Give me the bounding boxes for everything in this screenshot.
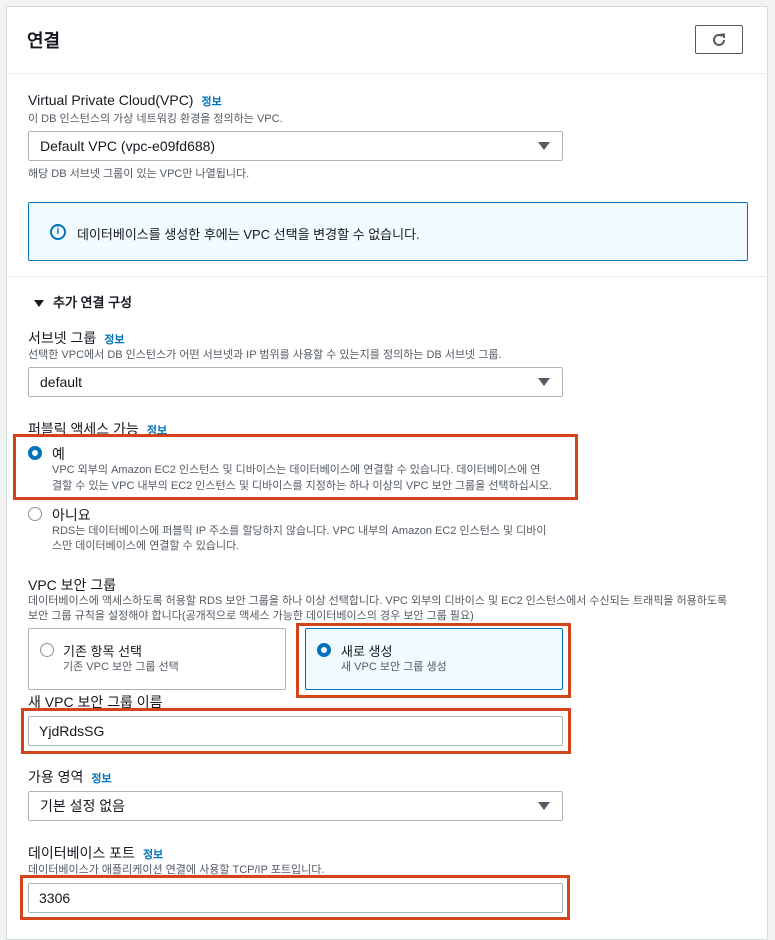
public-access-yes-desc-2: 결할 수 있는 VPC 내부의 EC2 인스턴스 및 디바이스를 지정하는 하나… <box>52 480 553 492</box>
az-label-row: 가용 영역 정보 <box>28 767 112 787</box>
db-port-info-link[interactable]: 정보 <box>143 849 163 861</box>
section-title: 연결 <box>27 31 61 51</box>
security-group-desc-1: 데이터베이스에 액세스하도록 허용할 RDS 보안 그룹을 하나 이상 선택합니… <box>28 595 728 607</box>
caret-down-icon <box>34 300 44 308</box>
panel-header <box>6 6 768 74</box>
new-sg-name-input[interactable]: YjdRdsSG <box>28 716 563 746</box>
divider <box>8 276 768 277</box>
new-sg-tile[interactable]: 새로 생성 새 VPC 보안 그룹 생성 <box>305 628 563 690</box>
db-port-label-row: 데이터베이스 포트 정보 <box>28 843 163 863</box>
public-access-yes-desc-1: VPC 외부의 Amazon EC2 인스턴스 및 디바이스는 데이터베이스에 … <box>52 464 541 476</box>
az-selected-value: 기본 설정 없음 <box>40 798 126 814</box>
public-access-no-desc-1: RDS는 데이터베이스에 퍼블릭 IP 주소를 할당하지 않습니다. VPC 내… <box>52 525 547 537</box>
existing-sg-radio[interactable] <box>40 643 54 657</box>
public-access-no-radio[interactable] <box>28 507 42 521</box>
vpc-info-alert: i 데이터베이스를 생성한 후에는 VPC 선택을 변경할 수 없습니다. <box>28 202 748 261</box>
vpc-label-row: Virtual Private Cloud(VPC) 정보 <box>28 92 222 109</box>
public-access-yes-label[interactable]: 예 <box>52 444 65 464</box>
subnet-select[interactable]: default <box>28 367 563 397</box>
additional-config-label: 추가 연결 구성 <box>53 295 132 310</box>
caret-down-icon <box>538 142 550 150</box>
vpc-description: 이 DB 인스턴스의 가상 네트워킹 환경을 정의하는 VPC. <box>28 113 283 125</box>
vpc-select[interactable]: Default VPC (vpc-e09fd688) <box>28 131 563 161</box>
vpc-help-text: 해당 DB 서브넷 그룹이 있는 VPC만 나열됩니다. <box>28 168 250 180</box>
caret-down-icon <box>538 802 550 810</box>
vpc-selected-value: Default VPC (vpc-e09fd688) <box>40 138 216 154</box>
db-port-label: 데이터베이스 포트 <box>28 845 135 861</box>
public-access-yes-radio[interactable] <box>28 446 42 460</box>
refresh-button[interactable] <box>695 25 743 54</box>
refresh-icon <box>713 33 725 46</box>
subnet-info-link[interactable]: 정보 <box>104 334 124 346</box>
vpc-label: Virtual Private Cloud(VPC) <box>28 92 194 108</box>
subnet-label-row: 서브넷 그룹 정보 <box>28 328 125 348</box>
additional-config-toggle[interactable]: 추가 연결 구성 <box>34 292 132 311</box>
caret-down-icon <box>538 378 550 386</box>
alert-text: 데이터베이스를 생성한 후에는 VPC 선택을 변경할 수 없습니다. <box>77 227 420 242</box>
az-info-link[interactable]: 정보 <box>91 773 111 785</box>
new-sg-desc: 새 VPC 보안 그룹 생성 <box>341 661 447 673</box>
public-access-no-label[interactable]: 아니요 <box>52 505 91 525</box>
az-select[interactable]: 기본 설정 없음 <box>28 791 563 821</box>
existing-sg-tile[interactable]: 기존 항목 선택 기존 VPC 보안 그룹 선택 <box>28 628 286 690</box>
new-sg-radio[interactable] <box>317 643 331 657</box>
new-sg-label: 새로 생성 <box>341 644 393 659</box>
info-icon: i <box>50 224 66 240</box>
existing-sg-label: 기존 항목 선택 <box>63 644 142 659</box>
security-group-desc-2: 보안 그룹 규칙을 설정해야 합니다(공개적으로 액세스 가능한 데이터베이스의… <box>28 610 474 622</box>
security-group-label: VPC 보안 그룹 <box>28 577 117 593</box>
subnet-label: 서브넷 그룹 <box>28 330 97 346</box>
subnet-description: 선택한 VPC에서 DB 인스턴스가 어떤 서브넷과 IP 범위를 사용할 수 … <box>28 349 502 361</box>
vpc-info-link[interactable]: 정보 <box>201 96 221 108</box>
az-label: 가용 영역 <box>28 769 84 785</box>
public-access-no-desc-2: 스만 데이터베이스에 연결할 수 있습니다. <box>52 540 240 552</box>
db-port-input[interactable]: 3306 <box>28 883 563 913</box>
subnet-selected-value: default <box>40 374 83 390</box>
existing-sg-desc: 기존 VPC 보안 그룹 선택 <box>63 661 179 673</box>
